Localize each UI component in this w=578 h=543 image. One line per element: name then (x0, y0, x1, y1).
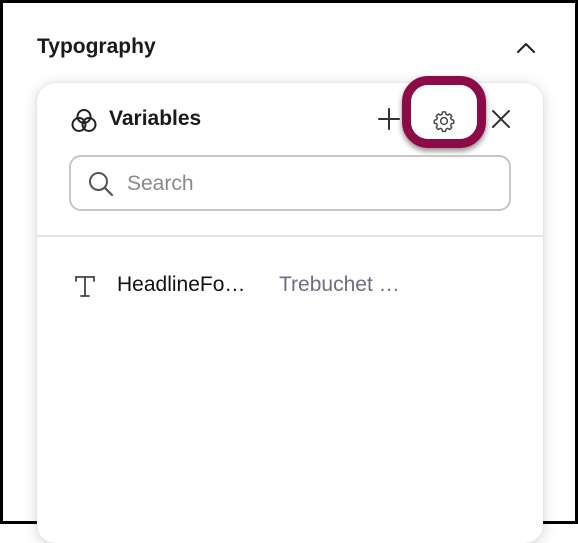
variable-value: Trebuchet … (279, 273, 400, 296)
variable-row-headlinefont[interactable]: HeadlineFo… Trebuchet … (37, 263, 543, 307)
search-field[interactable] (69, 155, 511, 211)
divider (37, 235, 543, 237)
settings-button[interactable] (421, 105, 467, 137)
gear-icon (433, 111, 455, 133)
typography-section-header[interactable]: Typography (37, 33, 547, 67)
variable-name: HeadlineFo… (117, 273, 246, 296)
section-title: Typography (37, 35, 156, 58)
search-icon (87, 170, 115, 198)
variables-panel: Variables Search HeadlineFo… Trebuchet … (37, 76, 543, 543)
screenshot-frame: Typography Variables Search HeadlineFo… … (0, 0, 578, 543)
panel-title: Variables (109, 107, 202, 130)
chevron-up-icon[interactable] (515, 37, 537, 59)
search-input[interactable] (125, 169, 489, 199)
text-type-icon (73, 273, 97, 299)
plus-icon[interactable] (376, 106, 402, 132)
variables-circles-icon (70, 107, 98, 135)
close-icon[interactable] (490, 108, 512, 130)
